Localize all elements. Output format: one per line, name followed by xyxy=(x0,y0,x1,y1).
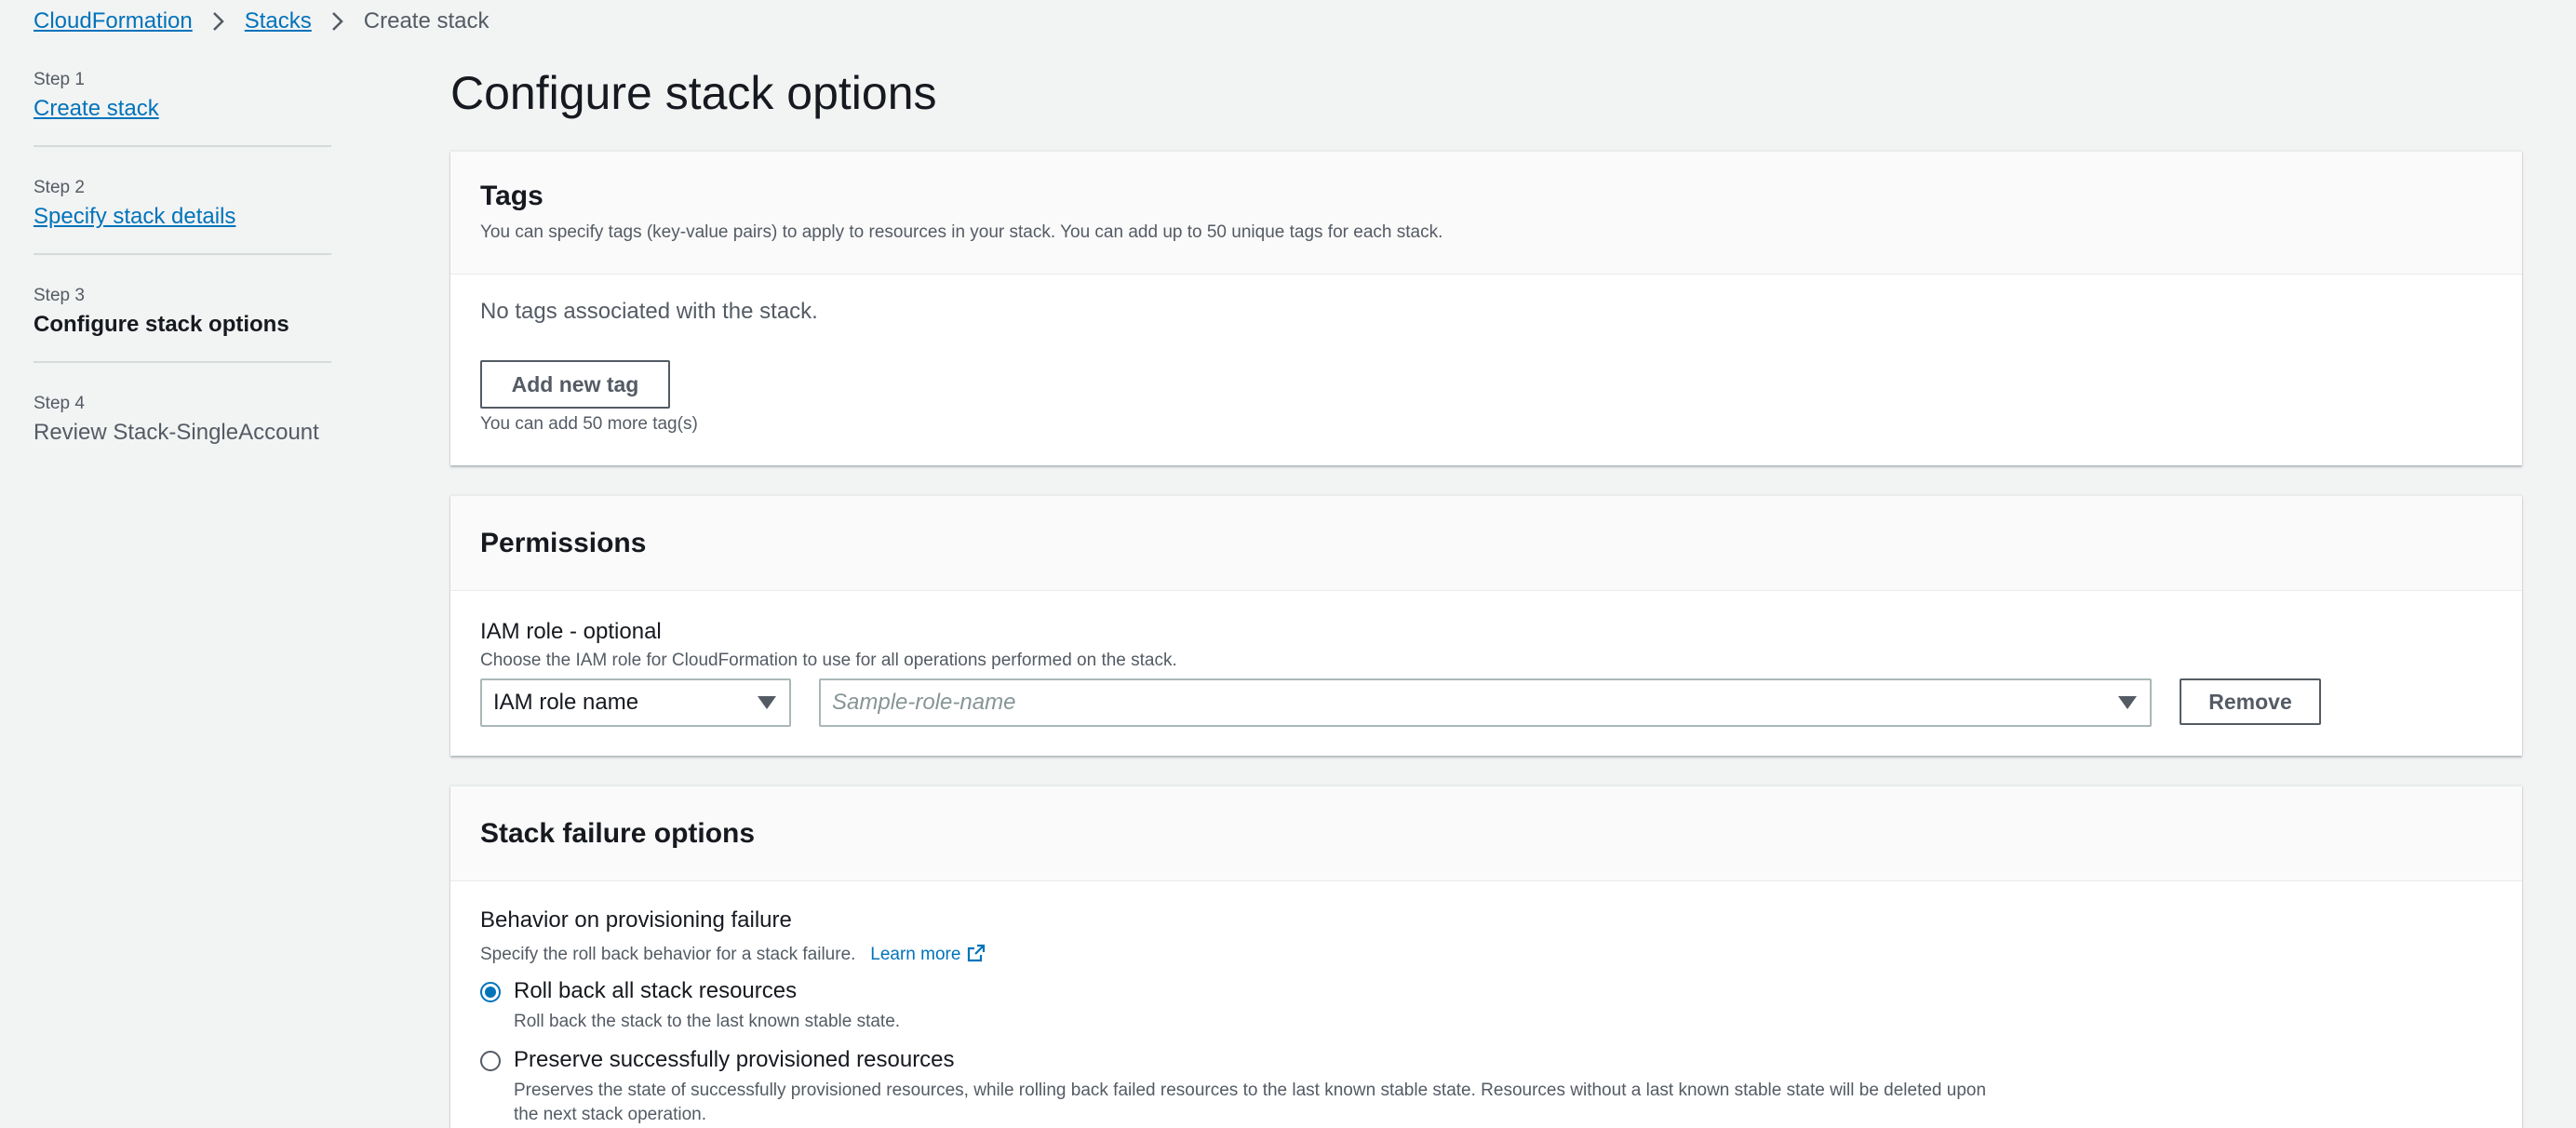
divider xyxy=(34,253,331,255)
step-3: Step 3 Configure stack options xyxy=(34,277,331,341)
step-link-create-stack[interactable]: Create stack xyxy=(34,93,159,125)
stack-failure-panel-header: Stack failure options xyxy=(450,786,2522,881)
chevron-right-icon xyxy=(312,10,364,33)
iam-role-type-value: IAM role name xyxy=(493,690,639,715)
breadcrumb-stacks[interactable]: Stacks xyxy=(245,8,312,34)
step-4: Step 4 Review Stack-SingleAccount xyxy=(34,385,331,449)
breadcrumb-current: Create stack xyxy=(363,8,490,34)
tag-limit-hint: You can add 50 more tag(s) xyxy=(480,414,698,434)
tags-description: You can specify tags (key-value pairs) t… xyxy=(480,222,1443,242)
provisioning-failure-desc-text: Specify the roll back behavior for a sta… xyxy=(480,945,856,964)
preserve-resources-description: Preserves the state of successfully prov… xyxy=(514,1081,1987,1124)
rollback-all-description: Roll back the stack to the last known st… xyxy=(514,1012,901,1031)
page-title: Configure stack options xyxy=(450,67,937,119)
step-number: Step 2 xyxy=(34,178,85,197)
breadcrumb-cloudformation[interactable]: CloudFormation xyxy=(34,8,193,34)
step-current-label: Configure stack options xyxy=(34,312,289,337)
chevron-right-icon xyxy=(193,10,245,33)
provisioning-failure-label: Behavior on provisioning failure xyxy=(480,907,792,933)
external-link-icon xyxy=(968,944,986,962)
caret-down-icon xyxy=(758,696,776,709)
stack-failure-panel: Stack failure options Behavior on provis… xyxy=(450,786,2522,1128)
learn-more-label: Learn more xyxy=(870,945,961,964)
step-label-review: Review Stack-SingleAccount xyxy=(34,420,319,445)
breadcrumb: CloudFormation Stacks Create stack xyxy=(34,6,490,37)
step-2: Step 2 Specify stack details xyxy=(34,169,331,233)
iam-role-label: IAM role - optional xyxy=(480,619,662,644)
tags-panel-header: Tags You can specify tags (key-value pai… xyxy=(450,152,2522,275)
tags-panel: Tags You can specify tags (key-value pai… xyxy=(450,151,2522,465)
tags-title: Tags xyxy=(480,181,543,211)
permissions-panel-header: Permissions xyxy=(450,496,2522,591)
add-new-tag-button[interactable]: Add new tag xyxy=(480,360,670,409)
divider xyxy=(34,145,331,147)
remove-button[interactable]: Remove xyxy=(2180,678,2321,725)
rollback-all-label[interactable]: Roll back all stack resources xyxy=(514,978,797,1004)
page: CloudFormation Stacks Create stack Step … xyxy=(0,0,2576,1128)
divider xyxy=(34,361,331,363)
iam-role-name-placeholder: Sample-role-name xyxy=(832,690,1016,715)
step-number: Step 3 xyxy=(34,286,85,305)
iam-role-type-select[interactable]: IAM role name xyxy=(480,678,791,727)
stack-failure-title: Stack failure options xyxy=(480,817,756,849)
wizard-steps: Step 1 Create stack Step 2 Specify stack… xyxy=(34,61,331,449)
iam-role-description: Choose the IAM role for CloudFormation t… xyxy=(480,651,1177,670)
step-link-specify-details[interactable]: Specify stack details xyxy=(34,201,235,233)
provisioning-failure-description: Specify the roll back behavior for a sta… xyxy=(480,943,986,965)
rollback-all-radio[interactable] xyxy=(480,982,501,1002)
step-1: Step 1 Create stack xyxy=(34,61,331,125)
caret-down-icon xyxy=(2118,696,2137,709)
step-number: Step 4 xyxy=(34,394,85,413)
preserve-resources-label[interactable]: Preserve successfully provisioned resour… xyxy=(514,1047,955,1073)
no-tags-text: No tags associated with the stack. xyxy=(480,299,818,324)
step-number: Step 1 xyxy=(34,70,85,89)
preserve-resources-radio[interactable] xyxy=(480,1051,501,1071)
iam-role-name-select[interactable]: Sample-role-name xyxy=(819,678,2152,727)
permissions-panel: Permissions IAM role - optional Choose t… xyxy=(450,495,2522,756)
learn-more-link[interactable]: Learn more xyxy=(861,944,987,964)
permissions-title: Permissions xyxy=(480,527,647,558)
